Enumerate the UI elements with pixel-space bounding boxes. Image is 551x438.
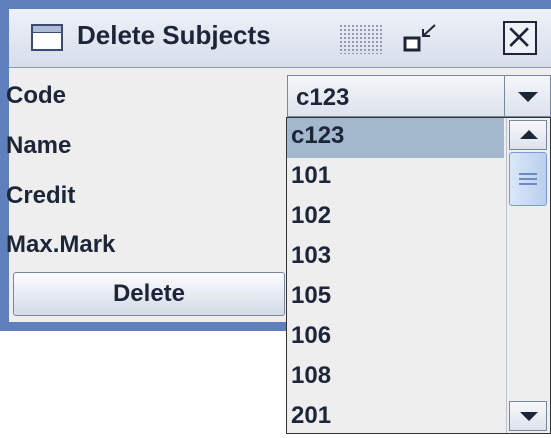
scroll-thumb[interactable] (509, 152, 547, 206)
code-dropdown-list[interactable]: c123 101 102 103 105 106 108 201 (286, 117, 551, 434)
list-item[interactable]: 201 (287, 398, 504, 438)
list-item[interactable]: 101 (287, 158, 504, 198)
restore-icon[interactable] (401, 22, 441, 56)
chevron-down-icon[interactable] (504, 76, 550, 116)
thumb-grip-icon (519, 173, 537, 186)
scroll-up-icon[interactable] (509, 120, 547, 150)
title-bar[interactable]: Delete Subjects (9, 9, 551, 68)
option-list: c123 101 102 103 105 106 108 201 (287, 118, 504, 438)
code-combobox-value: c123 (296, 84, 350, 111)
list-item[interactable]: 103 (287, 238, 504, 278)
vertical-scrollbar[interactable] (506, 118, 550, 433)
code-combobox[interactable]: c123 (287, 75, 551, 117)
window-title: Delete Subjects (77, 20, 271, 50)
window-icon (31, 24, 63, 51)
maxmark-label: Max.Mark (6, 231, 116, 258)
list-item[interactable]: 108 (287, 358, 504, 398)
credit-label: Credit (6, 182, 76, 209)
list-item-selected[interactable]: c123 (287, 118, 504, 158)
code-label: Code (6, 82, 66, 109)
scroll-down-icon[interactable] (509, 401, 547, 431)
list-item[interactable]: 105 (287, 278, 504, 318)
close-icon[interactable] (503, 21, 537, 55)
list-item[interactable]: 102 (287, 198, 504, 238)
name-label: Name (6, 132, 72, 159)
title-grip (339, 24, 383, 54)
delete-button[interactable]: Delete (13, 272, 285, 316)
list-item[interactable]: 106 (287, 318, 504, 358)
